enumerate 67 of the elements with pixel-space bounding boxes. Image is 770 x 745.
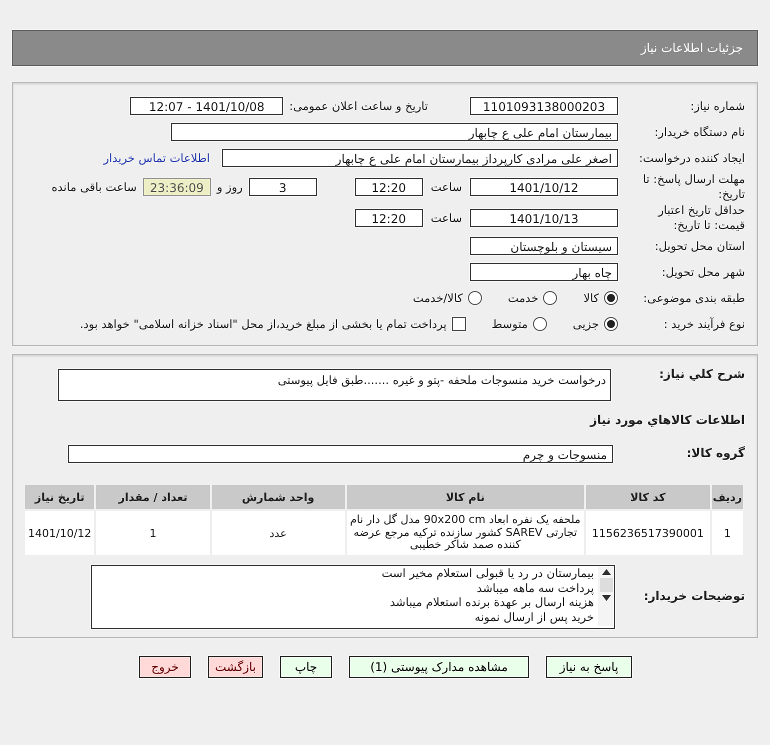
province-field: سیستان و بلوچستان (470, 237, 618, 255)
validity-time-field: 12:20 (354, 208, 423, 226)
table-cell: 1 (95, 510, 211, 556)
validity-date-field: 1401/10/13 (470, 208, 618, 226)
section-title: اطلاعات کالاهاي مورد نياز (588, 413, 745, 427)
note-line: پرداخت سه ماهه میباشد (476, 580, 594, 595)
column-header: کد کالا (584, 484, 711, 510)
table-cell: 1 (710, 510, 744, 556)
table-cell: عدد (210, 510, 346, 556)
radio-option[interactable]: کالا (583, 291, 618, 305)
table-cell: 1156236517390001 (584, 510, 711, 556)
field-label: گروه کالا: (686, 446, 745, 462)
checkbox[interactable] (452, 317, 466, 331)
field-label: ایجاد کننده درخواست: (638, 150, 745, 166)
radio-button[interactable] (604, 317, 618, 331)
radio-option[interactable]: خدمت (508, 291, 558, 305)
deadline-date-field: 1401/10/12 (470, 178, 618, 196)
field-label: شماره نیاز: (689, 98, 745, 114)
field-label: تاریخ و ساعت اعلان عمومی: (289, 99, 428, 113)
field-label: ساعت باقی مانده (52, 180, 137, 194)
field-label: ساعت (430, 210, 462, 224)
field-label: ساعت (430, 180, 462, 194)
radio-button[interactable] (604, 291, 618, 305)
field-label: نام دستگاه خریدار: (653, 124, 745, 140)
column-header: واحد شمارش (210, 484, 346, 510)
radio-button[interactable] (532, 317, 547, 331)
radio-button[interactable] (543, 291, 558, 305)
action-button[interactable]: خروج (139, 656, 191, 678)
action-button[interactable]: مشاهده مدارک پیوستی (1) (349, 656, 529, 678)
action-button[interactable]: چاپ (280, 656, 332, 678)
note-line: هزینه ارسال بر عهدة برنده استعلام میباشد (388, 595, 594, 610)
field-label: استان محل تحویل: (654, 238, 745, 254)
action-button[interactable]: بازگشت (208, 656, 263, 678)
radio-option[interactable]: کالا/خدمت (412, 291, 482, 305)
column-header: نام کالا (346, 484, 585, 510)
note-line: خرید پس از ارسال نمونه (474, 610, 594, 624)
field-label: توضیحات خریدار: (642, 589, 745, 605)
announce-date-field: 1401/10/08 - 12:07 (130, 97, 284, 115)
page-title: جزئیات اطلاعات نیاز (640, 41, 743, 55)
field-label: طبقه بندی موضوعی: (642, 290, 745, 306)
summary-field: درخواست خرید منسوجات ملحفه -پتو و غیره .......طبق فایل پیوستی (58, 369, 611, 401)
field-label: روز و (216, 180, 243, 194)
radio-button[interactable] (468, 291, 482, 305)
field-label: شرح کلي نياز: (658, 367, 745, 383)
buyer-contact-link[interactable]: اطلاعات تماس خریدار (103, 151, 210, 165)
column-header: تاریخ نیاز (24, 484, 96, 510)
city-field: چاه بهار (470, 263, 618, 281)
deadline-time-field: 12:20 (354, 178, 423, 196)
note-line: بیمارستان در رد یا قبولی استعلام مخیر است (382, 566, 594, 580)
table-cell: 1401/10/12 (24, 510, 96, 556)
buyer-org-field: بیمارستان امام علی ع چابهار (171, 123, 618, 141)
radio-option[interactable]: متوسط (492, 317, 547, 331)
radio-option[interactable]: جزیی (572, 317, 618, 331)
table-cell: ملحفه یک نفره ابعاد 90x200 cm مدل گل دار نام تجارتی SAREV کشور سازنده ترکیه مرجع عرضه کننده صمد شاکر خطیبی (346, 510, 585, 556)
goods-group-field: منسوجات و چرم (68, 445, 613, 463)
field-label: شهر محل تحویل: (660, 264, 745, 280)
checkbox-option[interactable]: پرداخت تمام یا بخشی از مبلغ خرید،از محل "اسناد خزانه اسلامی" خواهد بود. (80, 317, 466, 331)
remaining-time-field: 23:36:09 (142, 178, 211, 196)
column-header: ردیف (710, 484, 744, 510)
action-button[interactable]: پاسخ به نیاز (546, 656, 632, 678)
requester-field: اصغر علی مرادی کارپرداز بیمارستان امام علی ع چابهار (222, 149, 618, 167)
field-label: نوع فرآیند خرید : (662, 316, 745, 332)
days-field: 3 (248, 178, 317, 196)
field-label: حداقل تاریخ اعتبار قیمت: تا تاریخ: (656, 202, 745, 232)
column-header: تعداد / مقدار (95, 484, 211, 510)
field-label: مهلت ارسال پاسخ: تا تاریخ: (642, 172, 745, 202)
need-number-field: 1101093138000203 (470, 97, 618, 115)
